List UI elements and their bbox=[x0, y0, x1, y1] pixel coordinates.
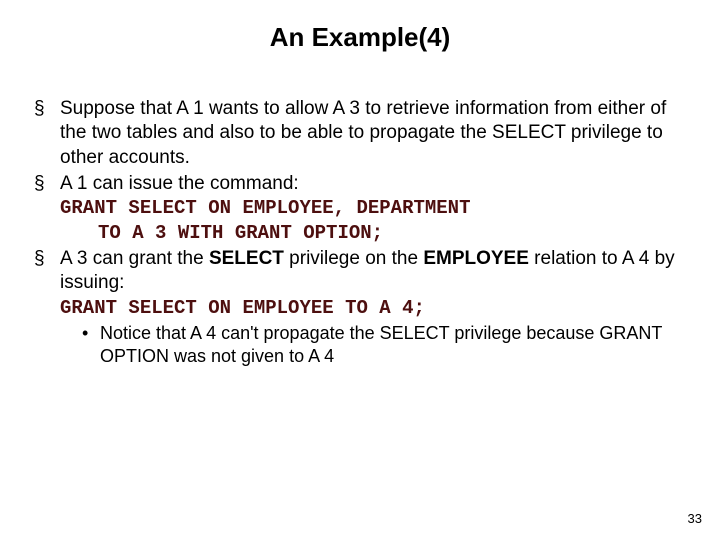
code-kw: GRANT SELECT ON bbox=[60, 297, 242, 319]
bullet-item: Suppose that A 1 wants to allow A 3 to r… bbox=[34, 97, 686, 170]
code-kw: TO bbox=[98, 222, 132, 244]
text-bold: EMPLOYEE bbox=[423, 248, 529, 269]
code-ident: EMPLOYEE, DEPARTMENT bbox=[242, 197, 470, 219]
code-ident: A 3 bbox=[132, 222, 178, 244]
sub-bullet-text: Notice that A 4 can't propagate the SELE… bbox=[100, 323, 662, 366]
sub-bullet-list: Notice that A 4 can't propagate the SELE… bbox=[60, 322, 686, 369]
code-kw: WITH GRANT OPTION; bbox=[178, 222, 383, 244]
code-ident: A 4; bbox=[379, 297, 425, 319]
code-line: GRANT SELECT ON EMPLOYEE TO A 4; bbox=[60, 297, 425, 319]
code-ident: EMPLOYEE bbox=[242, 297, 345, 319]
sub-bullet-item: Notice that A 4 can't propagate the SELE… bbox=[82, 322, 686, 369]
bullet-text: Suppose that A 1 wants to allow A 3 to r… bbox=[60, 98, 666, 168]
text-frag: A 3 can grant the bbox=[60, 248, 209, 269]
bullet-text: A 3 can grant the SELECT privilege on th… bbox=[60, 248, 675, 293]
slide: An Example(4) Suppose that A 1 wants to … bbox=[0, 0, 720, 540]
text-frag: privilege on the bbox=[284, 248, 423, 269]
code-kw: GRANT SELECT ON bbox=[60, 197, 242, 219]
slide-title: An Example(4) bbox=[34, 22, 686, 53]
code-kw: TO bbox=[345, 297, 379, 319]
code-line: TO A 3 WITH GRANT OPTION; bbox=[60, 221, 686, 245]
bullet-item: A 1 can issue the command: GRANT SELECT … bbox=[34, 172, 686, 245]
page-number: 33 bbox=[688, 511, 702, 526]
text-bold: SELECT bbox=[209, 248, 284, 269]
bullet-list: Suppose that A 1 wants to allow A 3 to r… bbox=[34, 97, 686, 369]
bullet-item: A 3 can grant the SELECT privilege on th… bbox=[34, 247, 686, 369]
bullet-text: A 1 can issue the command: bbox=[60, 173, 299, 194]
code-line: GRANT SELECT ON EMPLOYEE, DEPARTMENT bbox=[60, 197, 470, 219]
